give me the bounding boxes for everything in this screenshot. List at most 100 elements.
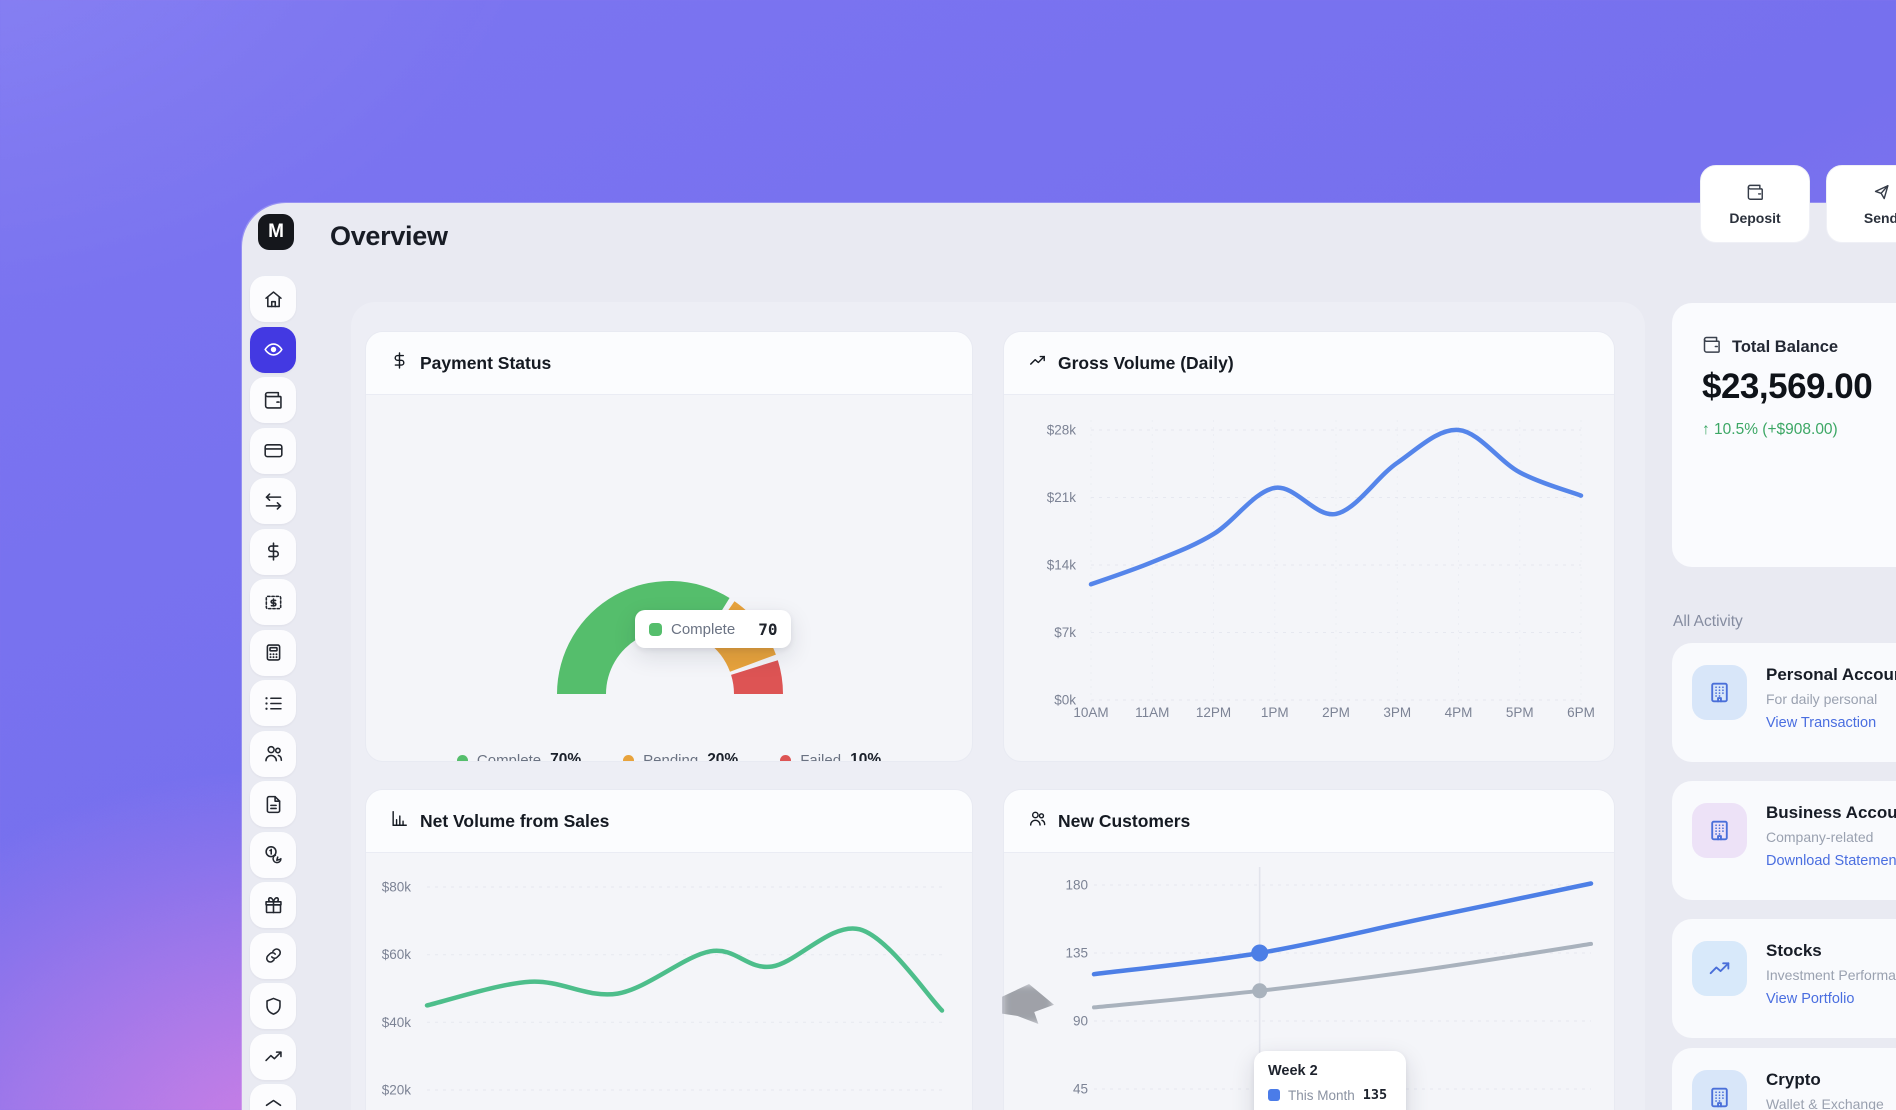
sidebar-item-list[interactable] (250, 680, 296, 726)
y-axis-tick: $20k (382, 1083, 412, 1098)
total-balance-label: Total Balance (1732, 338, 1838, 357)
gauge-tooltip-value: 70 (758, 620, 777, 639)
net-volume-title: Net Volume from Sales (420, 811, 609, 832)
x-axis-tick: 10AM (1073, 705, 1108, 720)
activity-title: Stocks (1766, 941, 1822, 961)
net-volume-header: Net Volume from Sales (366, 790, 972, 853)
sidebar-item-trending-up[interactable] (250, 1034, 296, 1080)
new-customers-body: 1801359045 Week 2 This Month135Last Mont… (1004, 853, 1614, 1110)
bar-chart-icon (390, 809, 409, 833)
x-axis-tick: 3PM (1383, 705, 1411, 720)
dollar-icon (390, 351, 409, 370)
activity-card-business-account: Business AccountCompany-relatedDownload … (1672, 781, 1896, 900)
legend-item-pending: Pending20% (623, 751, 738, 762)
week-tooltip-title: Week 2 (1268, 1063, 1392, 1079)
total-balance-amount: $23,569.00 (1702, 367, 1872, 407)
activity-title: Personal Account (1766, 665, 1896, 685)
x-axis-tick: 4PM (1445, 705, 1473, 720)
users-icon (1028, 809, 1047, 833)
deposit-button[interactable]: Deposit (1700, 165, 1810, 243)
building-icon (1707, 818, 1732, 843)
x-axis-tick: 11AM (1135, 705, 1169, 720)
trending-up-icon (1707, 956, 1732, 981)
sidebar-item-calculator[interactable] (250, 630, 296, 676)
new-customers-header: New Customers (1004, 790, 1614, 853)
wallet-icon (1702, 335, 1722, 360)
sidebar-item-users[interactable] (250, 731, 296, 777)
invoice-icon (263, 592, 284, 613)
bar-chart-icon (390, 809, 409, 828)
sidebar-item-landmark[interactable] (250, 1084, 296, 1110)
transfer-icon (263, 491, 284, 512)
landmark-icon (263, 1097, 284, 1110)
week-tooltip: Week 2 This Month135Last Month110 (1254, 1051, 1406, 1110)
x-axis-tick: 1PM (1261, 705, 1289, 720)
trending-up-icon (1028, 351, 1047, 375)
eye-icon (263, 339, 284, 360)
send-icon (1872, 183, 1891, 202)
page-title: Overview (330, 221, 448, 252)
activity-link[interactable]: View Transaction (1766, 715, 1876, 731)
all-activity-heading: All Activity (1673, 613, 1743, 631)
legend-label: Complete (477, 752, 541, 763)
series-label: This Month (1288, 1088, 1355, 1103)
coins-icon (263, 844, 284, 865)
sidebar-item-home[interactable] (250, 276, 296, 322)
legend-label: Pending (643, 752, 698, 763)
y-axis-tick: $60k (382, 947, 412, 962)
x-axis-tick: 2PM (1322, 705, 1350, 720)
net-volume-line (427, 928, 942, 1010)
gauge-tooltip: Complete 70 (635, 610, 791, 648)
legend-dot (623, 755, 634, 763)
activity-link[interactable]: Download Statement (1766, 853, 1896, 869)
this-month-highlight-dot (1251, 945, 1268, 962)
payment-status-header: Payment Status (366, 332, 972, 395)
net-volume-card: Net Volume from Sales $80k$60k$40k$20k (365, 789, 973, 1110)
sidebar-item-credit-card[interactable] (250, 428, 296, 474)
activity-icon-tile (1692, 941, 1747, 996)
gross-volume-title: Gross Volume (Daily) (1058, 353, 1234, 374)
net-volume-line-chart: $80k$60k$40k$20k (366, 853, 973, 1110)
last-month-highlight-dot (1252, 983, 1267, 998)
sidebar-item-coins[interactable] (250, 832, 296, 878)
activity-subtitle: Investment Performance (1766, 967, 1896, 983)
activity-title: Crypto (1766, 1070, 1821, 1090)
app-logo[interactable]: M (258, 214, 294, 250)
payment-status-body: Complete 70 Complete70%Pending20%Failed1… (366, 395, 972, 761)
dollar-icon (390, 351, 409, 375)
sidebar-item-gift[interactable] (250, 882, 296, 928)
sidebar-item-eye[interactable] (250, 327, 296, 373)
y-axis-tick: $40k (382, 1015, 412, 1030)
legend-swatch-complete (649, 623, 662, 636)
activity-subtitle: For daily personal (1766, 691, 1877, 707)
this-month-line (1094, 884, 1591, 975)
total-balance-card: Total Balance $23,569.00 ↑ 10.5% (+$908.… (1672, 303, 1896, 567)
x-axis-tick: 12PM (1196, 705, 1231, 720)
send-button[interactable]: Send (1826, 165, 1896, 243)
total-balance-delta: ↑ 10.5% (+$908.00) (1702, 421, 1838, 439)
wallet-icon (1702, 335, 1722, 355)
legend-value: 10% (850, 751, 881, 762)
y-axis-tick: $14k (1047, 558, 1077, 573)
y-axis-tick: $28k (1047, 423, 1077, 438)
week-tooltip-row: This Month135 (1268, 1087, 1392, 1103)
sidebar-item-shield[interactable] (250, 983, 296, 1029)
gauge-tooltip-label: Complete (671, 621, 735, 638)
file-text-icon (263, 794, 284, 815)
x-axis-tick: 5PM (1506, 705, 1534, 720)
payment-status-title: Payment Status (420, 353, 551, 374)
wallet-icon (1746, 183, 1765, 202)
y-axis-tick: 180 (1065, 878, 1088, 893)
sidebar-item-transfer[interactable] (250, 478, 296, 524)
payment-status-card: Payment Status Complete 70 Complete70%Pe… (365, 331, 973, 762)
app-background: { "app": { "logo_letter": "M", "title": … (0, 0, 1896, 1110)
sidebar-item-dollar[interactable] (250, 529, 296, 575)
sidebar-item-invoice[interactable] (250, 579, 296, 625)
sidebar-item-wallet[interactable] (250, 377, 296, 423)
sidebar-item-file-text[interactable] (250, 781, 296, 827)
gross-volume-header: Gross Volume (Daily) (1004, 332, 1614, 395)
sidebar-item-link[interactable] (250, 933, 296, 979)
shield-icon (263, 996, 284, 1017)
dollar-icon (263, 541, 284, 562)
activity-link[interactable]: View Portfolio (1766, 991, 1854, 1007)
